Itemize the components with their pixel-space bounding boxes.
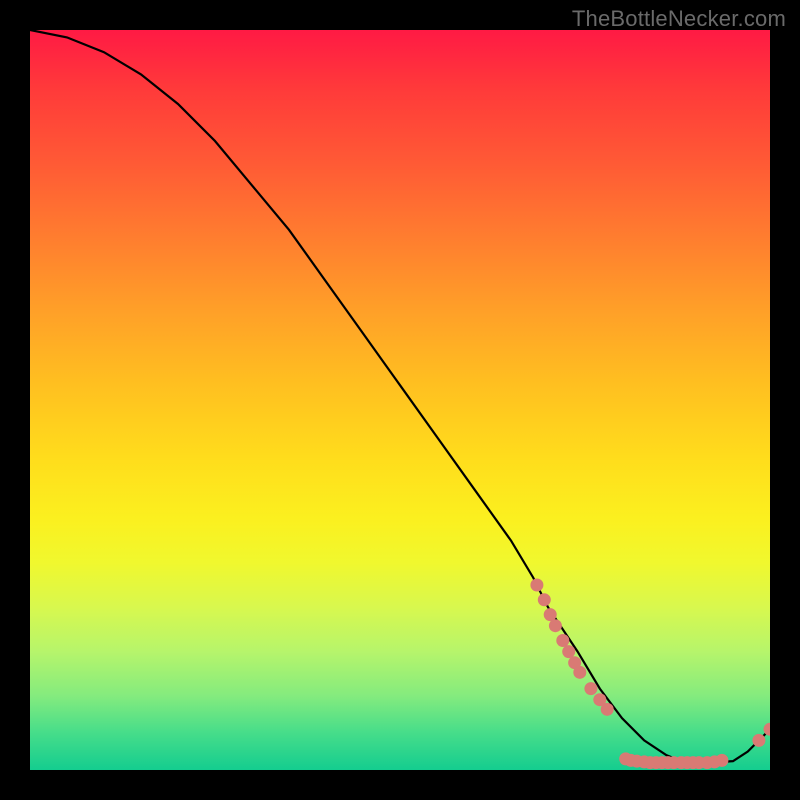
data-marker — [538, 593, 551, 606]
data-marker — [752, 734, 765, 747]
data-marker — [715, 754, 728, 767]
data-marker — [573, 666, 586, 679]
data-marker — [584, 682, 597, 695]
data-marker — [549, 619, 562, 632]
plot-area — [30, 30, 770, 770]
data-marker — [601, 703, 614, 716]
watermark-text: TheBottleNecker.com — [572, 6, 786, 32]
curve-layer — [30, 30, 770, 770]
data-marker — [530, 579, 543, 592]
bottleneck-curve — [30, 30, 770, 763]
data-marker — [544, 608, 557, 621]
marker-group — [530, 579, 770, 770]
chart-stage: TheBottleNecker.com — [0, 0, 800, 800]
data-marker — [556, 634, 569, 647]
data-marker — [562, 645, 575, 658]
